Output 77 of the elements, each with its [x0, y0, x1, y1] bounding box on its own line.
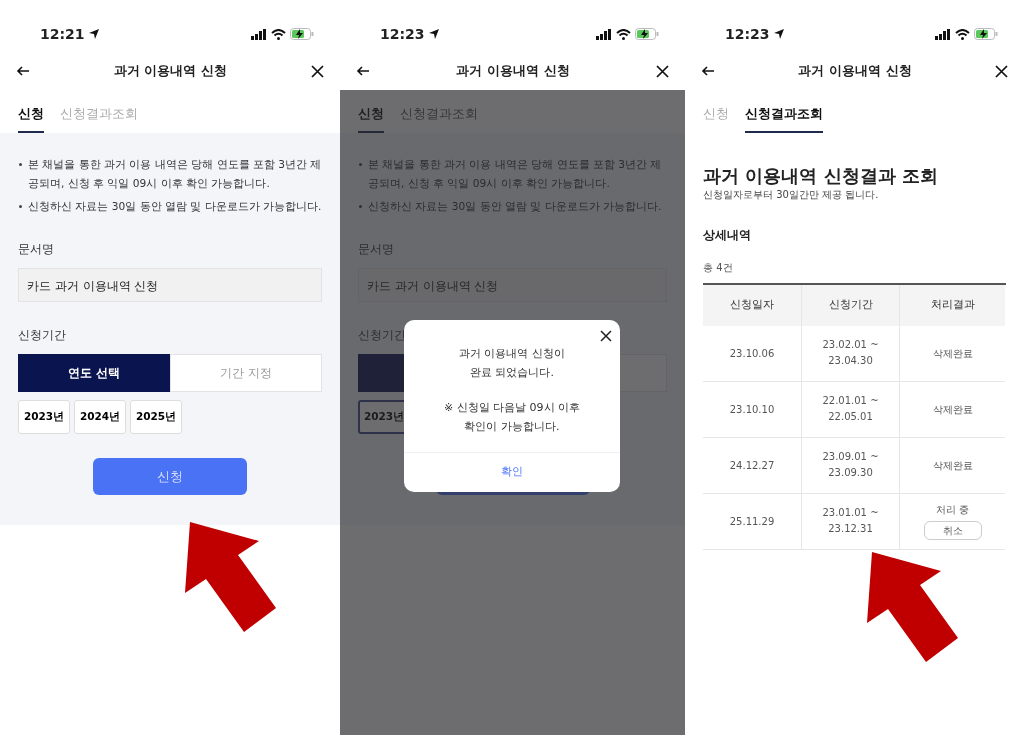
field-label: 신청기간 [358, 327, 406, 344]
location-arrow-icon [88, 29, 99, 39]
back-arrow-icon [16, 66, 30, 76]
signal-icon [935, 28, 951, 40]
status-text: 삭제완료 [932, 458, 973, 473]
signal-icon [251, 28, 267, 40]
section-heading: 상세내역 [703, 226, 752, 244]
battery-charging-icon [290, 28, 314, 40]
column-header: 처리결과 [900, 284, 1005, 326]
wifi-icon [955, 28, 970, 40]
status-text: 삭제완료 [932, 346, 973, 361]
close-icon [656, 64, 669, 78]
field-label: 문서명 [18, 241, 54, 258]
subtitle: 신청일자로부터 30일간만 제공 됩니다. [703, 187, 880, 202]
submit-button[interactable]: 신청 [93, 458, 247, 495]
wifi-icon [271, 28, 286, 40]
table-cell: 23.10.10 [703, 381, 802, 438]
screen-title: 과거 이용내역 신청 [113, 62, 228, 81]
screen-title: 과거 이용내역 신청 [456, 62, 570, 81]
status-text: 삭제완료 [932, 402, 973, 417]
dialog-message: 과거 이용내역 신청이 완료 되었습니다. [459, 346, 565, 381]
period-text: 22.01.01 ~ 22.05.01 [821, 394, 880, 425]
close-button[interactable] [311, 64, 324, 78]
status-time: 12:21 [40, 24, 85, 44]
tab[interactable]: 신청결과조회 [60, 97, 138, 133]
screen-title: 과거 이용내역 신청 [798, 62, 912, 81]
close-button[interactable] [600, 330, 612, 342]
column-header: 신청기간 [802, 284, 900, 326]
location-arrow-icon [428, 29, 439, 39]
cancel-button[interactable]: 취소 [923, 521, 982, 541]
column-header: 신청일자 [703, 284, 802, 326]
notice-text: 신청하신 자료는 30일 동안 열람 및 다운로드가 가능합니다. [28, 200, 322, 212]
back-button[interactable] [356, 66, 370, 76]
close-button[interactable] [995, 64, 1008, 78]
dialog-message: ※ 신청일 다음날 09시 이후 확인이 가능합니다. [443, 400, 581, 435]
status-time: 12:23 [380, 24, 425, 44]
notice-text: 본 채널을 통한 과거 이용 내역은 당해 연도를 포함 3년간 제공되며, 신청 후 익일 09시 이후 확인 가능합니다. [28, 158, 322, 189]
period-mode-toggle[interactable]: 연도 선택 [18, 354, 170, 392]
back-button[interactable] [701, 66, 715, 76]
close-button[interactable] [656, 64, 669, 78]
document-name-field: 카드 과거 이용내역 신청 [18, 268, 322, 302]
battery-charging-icon [635, 28, 659, 40]
year-option[interactable]: 2025년 [130, 400, 182, 434]
status-time: 12:23 [725, 24, 770, 44]
document-name-field: 카드 과거 이용내역 신청 [358, 268, 667, 302]
tab[interactable]: 신청결과조회 [745, 97, 823, 133]
period-text: 23.02.01 ~ 23.04.30 [821, 338, 880, 369]
field-label: 신청기간 [18, 327, 66, 344]
period-mode-toggle[interactable]: 기간 지정 [170, 354, 322, 392]
table-cell: 25.11.29 [703, 493, 802, 550]
notice-text: 신청하신 자료는 30일 동안 열람 및 다운로드가 가능합니다. [368, 200, 662, 212]
year-option[interactable]: 2024년 [74, 400, 126, 434]
close-icon [600, 330, 612, 342]
result-count: 총 4건 [703, 260, 734, 275]
close-icon [311, 64, 324, 78]
tab[interactable]: 신청 [703, 97, 729, 133]
bullet-icon [19, 205, 22, 208]
close-icon [995, 64, 1008, 78]
period-text: 23.09.01 ~ 23.09.30 [821, 450, 880, 481]
signal-icon [596, 28, 612, 40]
year-option[interactable]: 2023년 [18, 400, 70, 434]
bullet-icon [359, 163, 362, 166]
table-cell: 23.10.06 [703, 325, 802, 382]
field-label: 문서명 [358, 241, 394, 258]
wifi-icon [616, 28, 631, 40]
location-arrow-icon [773, 29, 784, 39]
bullet-icon [359, 205, 362, 208]
back-arrow-icon [701, 66, 715, 76]
battery-charging-icon [974, 28, 998, 40]
period-text: 23.01.01 ~ 23.12.31 [821, 506, 880, 537]
status-text: 처리 중 [935, 503, 970, 518]
bullet-icon [19, 163, 22, 166]
page-heading: 과거 이용내역 신청결과 조회 [703, 165, 939, 187]
confirm-button[interactable]: 확인 [404, 452, 620, 492]
table-cell: 24.12.27 [703, 437, 802, 494]
back-arrow-icon [356, 66, 370, 76]
back-button[interactable] [16, 66, 30, 76]
